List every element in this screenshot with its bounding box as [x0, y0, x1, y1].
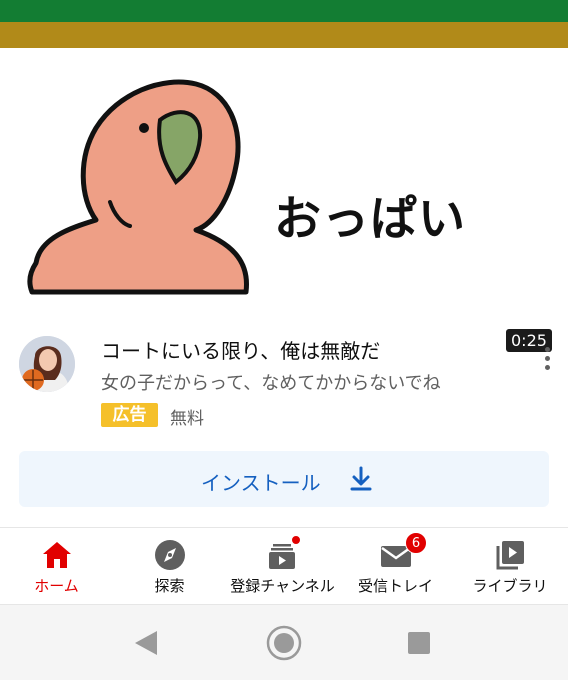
nav-label-subscriptions: 登録チャンネル [230, 577, 335, 595]
top-olive-band [0, 22, 568, 48]
install-button[interactable]: インストール [19, 451, 549, 507]
advertiser-avatar[interactable] [19, 336, 75, 392]
bottom-navigation: ホーム 探索 登録チャンネル 6 受信トレイ ライブラリ [0, 528, 568, 604]
home-circle-icon[interactable] [254, 605, 314, 680]
top-green-band [0, 0, 568, 22]
ad-subtitle: 女の子だからって、なめてかからないでね [101, 373, 441, 394]
nav-label-library: ライブラリ [472, 577, 548, 595]
nav-label-inbox: 受信トレイ [357, 577, 433, 595]
ad-badge: 広告 [101, 403, 158, 427]
nav-item-subscriptions[interactable]: 登録チャンネル [226, 528, 339, 604]
nav-item-inbox[interactable]: 6 受信トレイ [339, 528, 452, 604]
install-button-label: インストール [201, 471, 321, 495]
video-thumbnail[interactable]: おっぱい 0:25 [0, 48, 568, 352]
back-icon[interactable] [118, 605, 178, 680]
ad-title[interactable]: コートにいる限り、俺は無敵だ [101, 335, 380, 364]
system-navigation-bar [0, 604, 568, 680]
library-icon [496, 541, 524, 570]
nav-item-explore[interactable]: 探索 [113, 528, 226, 604]
nav-item-library[interactable]: ライブラリ [452, 528, 568, 604]
thumbnail-caption: おっぱい [274, 192, 466, 247]
nav-label-home: ホーム [34, 577, 79, 595]
download-icon [350, 466, 372, 491]
more-vert-icon[interactable] [537, 344, 559, 374]
ad-price: 無料 [170, 409, 204, 429]
nav-label-explore: 探索 [154, 577, 185, 595]
compass-icon [154, 540, 185, 570]
recents-icon[interactable] [390, 605, 450, 680]
nav-item-home[interactable]: ホーム [0, 528, 113, 604]
home-icon [42, 542, 71, 568]
subscriptions-new-dot [290, 534, 302, 546]
pink-bird-icon [27, 79, 249, 295]
inbox-count-badge: 6 [405, 532, 427, 554]
